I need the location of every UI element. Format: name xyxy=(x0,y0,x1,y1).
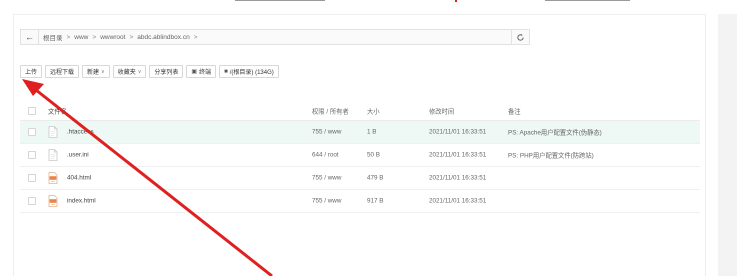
new-button[interactable]: 新建 ∨ xyxy=(82,65,110,78)
file-icon xyxy=(48,126,58,138)
file-table: 文件名 权限 / 所有者 大小 修改时间 备注 .htaccess 755 / … xyxy=(20,102,700,213)
breadcrumb-root[interactable]: 根目录 xyxy=(43,32,63,42)
upload-button[interactable]: 上传 xyxy=(20,65,43,78)
favorites-label: 收藏夹 xyxy=(117,70,136,76)
file-name[interactable]: .htaccess xyxy=(67,129,94,136)
terminal-label: 终端 xyxy=(199,70,212,76)
breadcrumb-wwwroot[interactable]: wwwroot xyxy=(100,34,125,41)
file-mtime: 2021/11/01 16:33:51 xyxy=(429,174,487,182)
terminal-icon: ▣ xyxy=(191,69,198,75)
file-name[interactable]: .user.ini xyxy=(67,152,89,159)
file-permission[interactable]: 755 / www xyxy=(312,198,341,205)
share-list-label: 分享列表 xyxy=(154,70,179,76)
file-icon xyxy=(48,149,58,161)
arrow-left-icon: ← xyxy=(25,32,34,42)
upload-label: 上传 xyxy=(25,70,38,76)
table-row[interactable]: .htaccess 755 / www 1 B 2021/11/01 16:33… xyxy=(20,121,700,144)
remote-download-button[interactable]: 远程下载 xyxy=(45,65,80,78)
html-file-icon xyxy=(48,195,58,207)
chevron-down-icon: ∨ xyxy=(137,68,142,75)
select-all-checkbox[interactable] xyxy=(28,107,36,115)
top-divider-left xyxy=(235,0,325,1)
path-bar: ← 根目录 > www > wwwroot > abdc.ablindbox.c… xyxy=(20,29,530,45)
disk-label: /(根目录) (134G) xyxy=(229,70,274,76)
refresh-button[interactable] xyxy=(511,30,529,44)
top-divider-right xyxy=(545,0,630,1)
column-name-header[interactable]: 文件名 xyxy=(48,107,67,116)
column-mtime-header[interactable]: 修改时间 xyxy=(429,107,454,116)
row-checkbox[interactable] xyxy=(28,128,36,136)
refresh-icon xyxy=(517,33,524,41)
table-header: 文件名 权限 / 所有者 大小 修改时间 备注 xyxy=(20,102,700,121)
file-permission[interactable]: 755 / www xyxy=(312,175,341,182)
terminal-button[interactable]: ▣ 终端 xyxy=(186,65,217,78)
disk-icon: ■ xyxy=(224,68,228,75)
file-manager-panel: ← 根目录 > www > wwwroot > abdc.ablindbox.c… xyxy=(13,14,706,276)
right-side-panel xyxy=(718,14,737,276)
top-red-mark xyxy=(455,0,457,2)
file-name[interactable]: index.html xyxy=(67,198,96,205)
file-permission[interactable]: 644 / root xyxy=(312,152,339,159)
file-permission[interactable]: 755 / www xyxy=(312,129,341,136)
breadcrumb: 根目录 > www > wwwroot > abdc.ablindbox.cn … xyxy=(39,30,511,44)
table-row[interactable]: 404.html 755 / www 479 B 2021/11/01 16:3… xyxy=(20,167,700,190)
breadcrumb-separator: > xyxy=(129,33,134,41)
remote-download-label: 远程下载 xyxy=(50,70,75,76)
disk-button[interactable]: ■ /(根目录) (134G) xyxy=(219,65,279,78)
chevron-down-icon: ∨ xyxy=(101,68,105,75)
file-size: 50 B xyxy=(367,151,380,159)
favorites-button[interactable]: 收藏夹 ∨ xyxy=(112,65,147,78)
file-name[interactable]: 404.html xyxy=(67,175,91,182)
back-button[interactable]: ← xyxy=(21,30,39,44)
column-size-header[interactable]: 大小 xyxy=(367,107,380,116)
new-label: 新建 xyxy=(87,70,100,76)
column-perm-header[interactable]: 权限 / 所有者 xyxy=(312,107,349,116)
row-checkbox[interactable] xyxy=(28,197,36,205)
file-note: PS: Apache用户配置文件(伪静态) xyxy=(508,129,602,137)
breadcrumb-site[interactable]: abdc.ablindbox.cn xyxy=(137,34,189,41)
file-mtime: 2021/11/01 16:33:51 xyxy=(429,197,487,205)
column-note-header: 备注 xyxy=(508,108,521,116)
row-checkbox[interactable] xyxy=(28,174,36,182)
file-size: 1 B xyxy=(367,128,377,136)
file-note: PS: PHP用户配置文件(防跨站) xyxy=(508,152,594,160)
top-strip xyxy=(0,0,737,6)
breadcrumb-www[interactable]: www xyxy=(74,34,88,41)
row-checkbox[interactable] xyxy=(28,151,36,159)
file-size: 917 B xyxy=(367,197,384,205)
file-mtime: 2021/11/01 16:33:51 xyxy=(429,128,487,136)
table-row[interactable]: .user.ini 644 / root 50 B 2021/11/01 16:… xyxy=(20,144,700,167)
html-file-icon xyxy=(48,172,58,184)
share-list-button[interactable]: 分享列表 xyxy=(149,65,184,78)
file-toolbar: 上传 远程下载 新建 ∨ 收藏夹 ∨ 分享列表 ▣ 终端 ■ /(根目录) (1… xyxy=(20,65,279,78)
file-mtime: 2021/11/01 16:33:51 xyxy=(429,151,487,159)
breadcrumb-separator: > xyxy=(193,33,198,41)
breadcrumb-separator: > xyxy=(92,33,97,41)
file-size: 479 B xyxy=(367,174,384,182)
breadcrumb-separator: > xyxy=(66,33,71,41)
table-row[interactable]: index.html 755 / www 917 B 2021/11/01 16… xyxy=(20,190,700,213)
